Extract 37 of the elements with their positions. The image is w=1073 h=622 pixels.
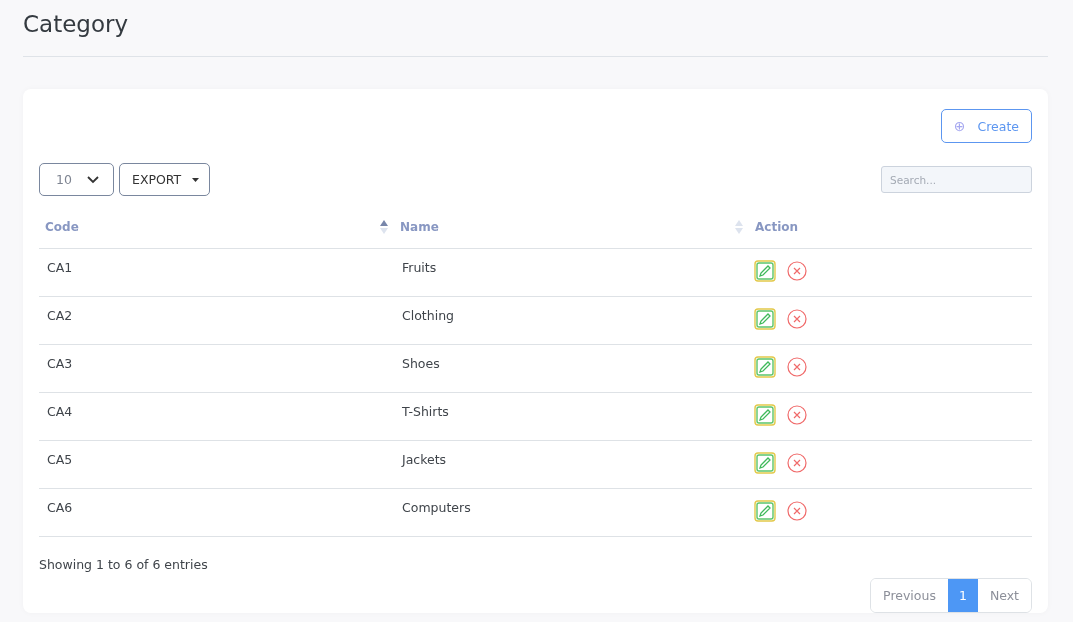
table-cell: T-Shirts (402, 404, 449, 419)
edit-icon[interactable] (754, 308, 776, 330)
search-field[interactable]: Search... (881, 166, 1032, 193)
column-header[interactable]: Name (400, 219, 743, 235)
edit-icon[interactable] (754, 500, 776, 522)
table-cell: CA6 (47, 500, 73, 515)
column-header[interactable]: Code (45, 219, 388, 235)
table-cell: Clothing (402, 308, 454, 323)
edit-icon[interactable] (754, 404, 776, 426)
sort-icon[interactable] (380, 219, 388, 235)
table-cell: Fruits (402, 260, 437, 275)
delete-icon[interactable] (787, 261, 807, 281)
edit-icon[interactable] (754, 452, 776, 474)
chevron-down-icon (87, 175, 99, 184)
export-button[interactable]: EXPORT (119, 163, 211, 196)
table-cell: CA2 (47, 308, 73, 323)
caret-icon (192, 177, 200, 182)
table-cell: Computers (402, 500, 471, 515)
column-header[interactable]: Action (755, 220, 1026, 234)
table-cell: CA4 (47, 404, 73, 419)
entries-info: Showing 1 to 6 of 6 entries (39, 557, 209, 572)
page-size-select[interactable]: 10 (39, 163, 114, 196)
delete-icon[interactable] (787, 357, 807, 377)
page-button[interactable]: 1 (947, 579, 978, 612)
edit-icon[interactable] (754, 356, 776, 378)
page-title: Category (23, 10, 130, 39)
delete-icon[interactable] (787, 405, 807, 425)
table-cell: CA1 (47, 260, 73, 275)
delete-icon[interactable] (787, 309, 807, 329)
create-button[interactable]: ⊕ Create (940, 109, 1032, 143)
edit-icon[interactable] (754, 260, 776, 282)
table-cell: CA5 (47, 452, 73, 467)
table-cell: Shoes (402, 356, 440, 371)
delete-icon[interactable] (787, 501, 807, 521)
table-cell: Jackets (402, 452, 447, 467)
delete-icon[interactable] (787, 453, 807, 473)
table-cell: CA3 (47, 356, 73, 371)
